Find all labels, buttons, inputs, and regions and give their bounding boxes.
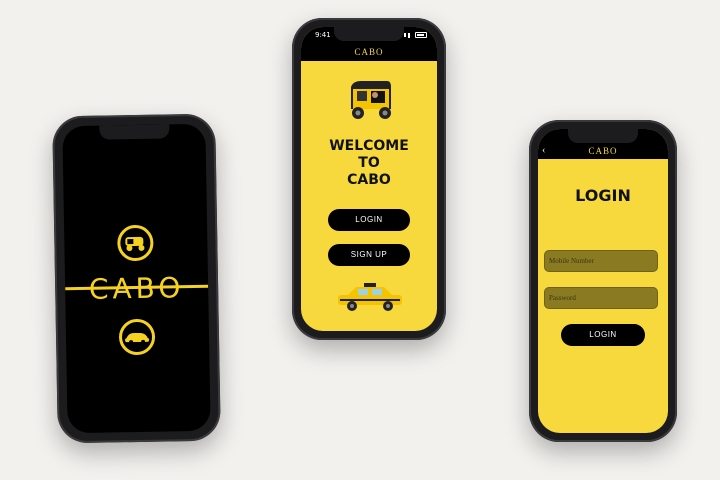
phone-welcome: 9:41 CABO WELCOME TO CABO LOGIN SIGN UP: [292, 18, 446, 340]
password-field[interactable]: Password: [544, 287, 658, 309]
back-chevron-icon[interactable]: ‹: [542, 143, 546, 159]
welcome-line-3: CABO: [347, 172, 391, 188]
auto-rickshaw-logo-icon: [117, 224, 154, 262]
phone-splash: CABO: [52, 113, 221, 444]
login-submit-button[interactable]: LOGIN: [561, 324, 645, 346]
phone-notch: [98, 124, 170, 140]
app-title: CABO: [301, 43, 437, 61]
splash-screen: CABO: [62, 123, 211, 434]
phone-notch: [334, 27, 404, 41]
taxi-logo-icon: [118, 318, 156, 356]
login-title: LOGIN: [575, 186, 631, 205]
phone-notch: [568, 129, 638, 143]
login-button[interactable]: LOGIN: [328, 209, 410, 231]
signup-button[interactable]: SIGN UP: [328, 244, 410, 266]
brand-logo-text: CABO: [88, 271, 185, 306]
app-title: CABO: [588, 146, 618, 156]
auto-rickshaw-illustration-icon: [345, 79, 395, 125]
welcome-screen: 9:41 CABO WELCOME TO CABO LOGIN SIGN UP: [301, 27, 437, 331]
welcome-line-1: WELCOME: [329, 138, 409, 154]
app-bar: ‹ CABO: [538, 143, 668, 159]
welcome-line-2: TO: [358, 155, 380, 171]
mobile-number-field[interactable]: Mobile Number: [544, 250, 658, 272]
signal-battery-icon: [400, 32, 427, 38]
phone-login: ‹ CABO LOGIN Mobile Number Password LOGI…: [529, 120, 677, 442]
taxi-illustration-icon: [334, 283, 406, 317]
status-time: 9:41: [315, 31, 331, 39]
login-screen: ‹ CABO LOGIN Mobile Number Password LOGI…: [538, 129, 668, 433]
